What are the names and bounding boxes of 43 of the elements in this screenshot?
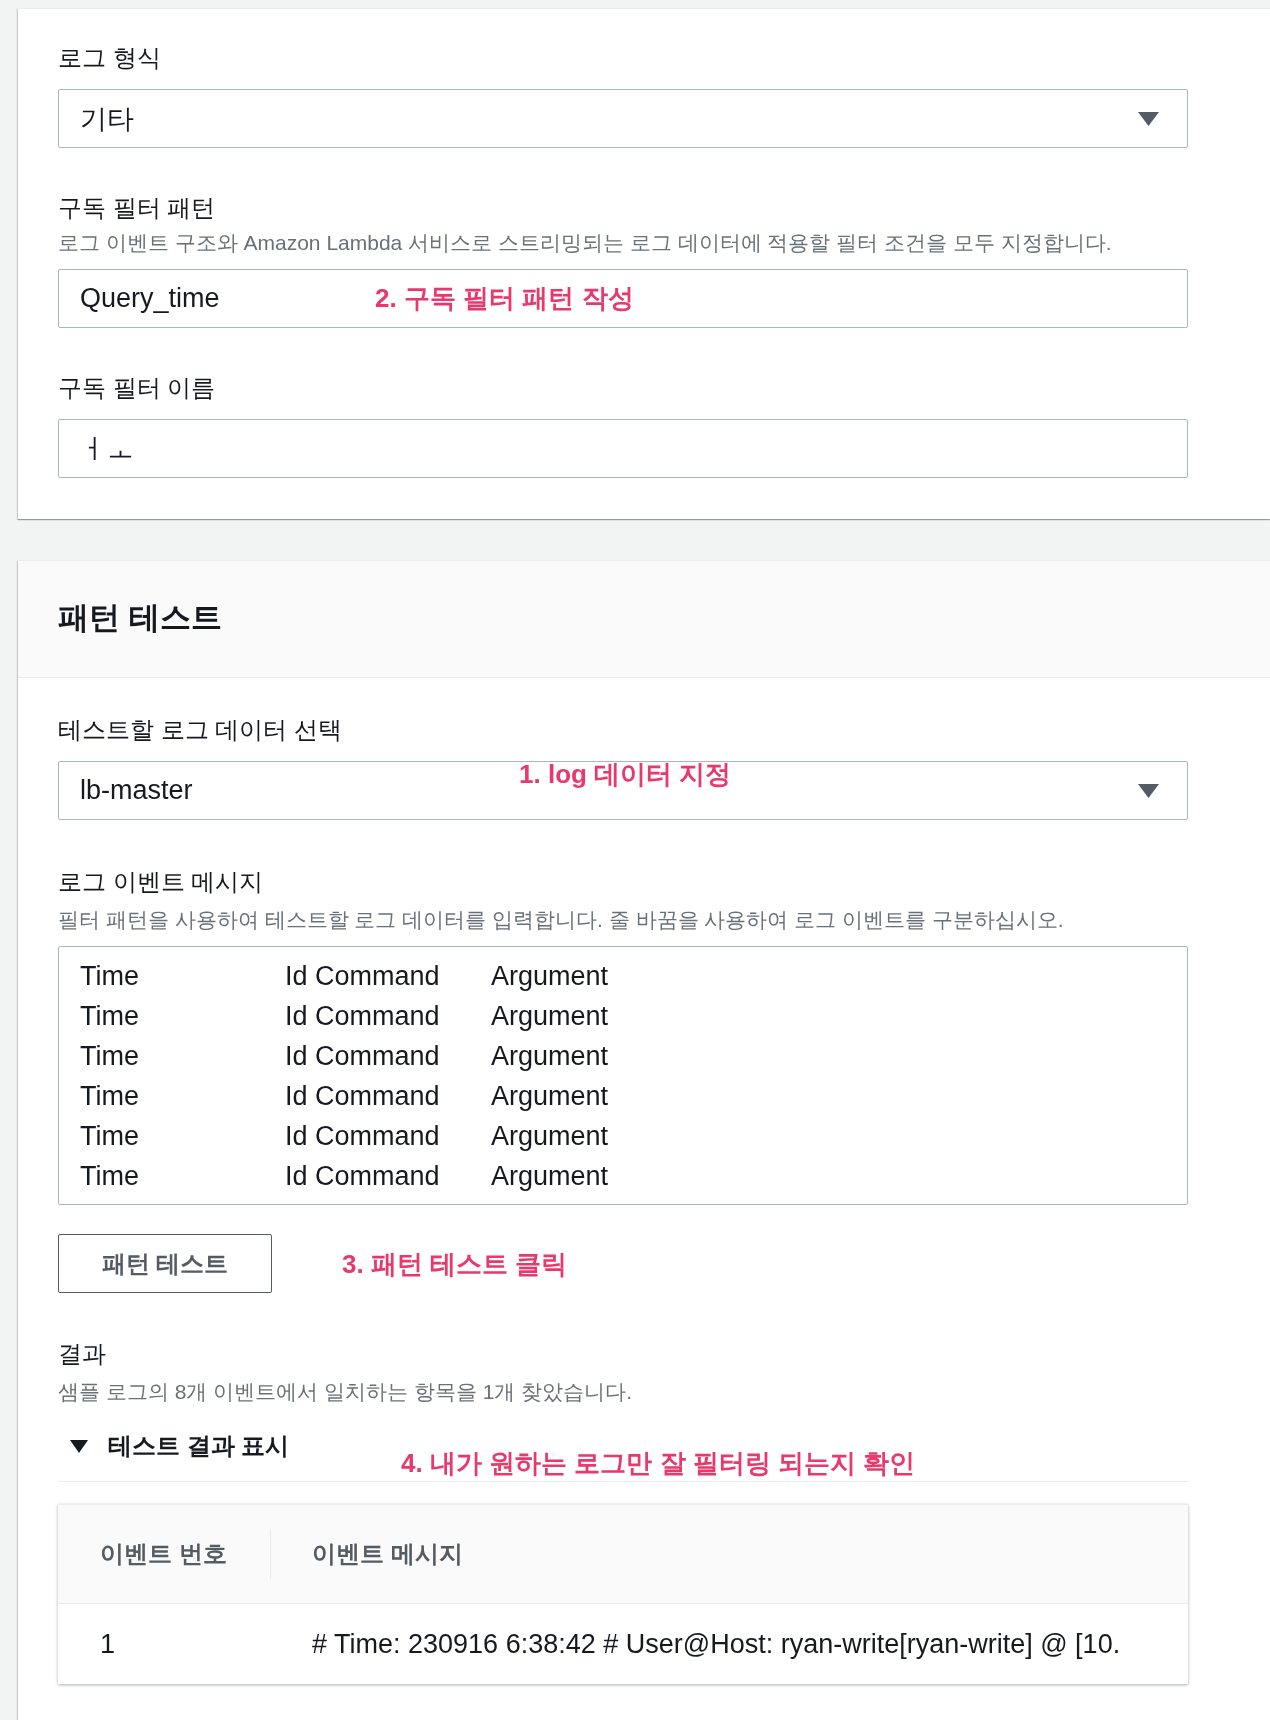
annotation-text: 2. 구독 필터 패턴 작성: [375, 282, 634, 314]
log-text: Time: [80, 1040, 139, 1073]
log-text: Argument: [491, 1000, 609, 1033]
log-text: Argument: [491, 1160, 609, 1193]
field-label: 테스트할 로그 데이터 선택: [58, 715, 343, 745]
log-text: Id Command: [285, 1040, 440, 1073]
log-text: Id Command: [285, 1000, 440, 1033]
log-text: Time: [80, 1160, 139, 1193]
annotation-text: 1. log 데이터 지정: [519, 758, 732, 790]
section-title: 패턴 테스트: [58, 599, 223, 637]
table-cell-text: 1: [99, 1628, 116, 1660]
log-message-field[interactable]: Time Id Command Argument Time Id Command Argument Time Id Command Argument Time Id Command Argument Time Id Command Argument Time Id Command Argument: [58, 946, 1188, 1205]
log-text: Argument: [491, 1120, 609, 1153]
field-label: 구독 필터 패턴: [58, 193, 217, 223]
log-text: Time: [80, 1120, 139, 1153]
log-text: Id Command: [285, 1120, 440, 1153]
log-text: Argument: [491, 960, 609, 993]
log-text: Id Command: [285, 1080, 440, 1113]
annotation-text: 3. 패턴 테스트 클릭: [342, 1247, 568, 1280]
column-header: 이벤트 번호: [99, 1539, 227, 1569]
field-description: 샘플 로그의 8개 이벤트에서 일치하는 항목을 1개 찾았습니다.: [58, 1379, 634, 1405]
caret-icon: [1138, 783, 1159, 798]
table-cell-text: # Time: 230916 6:38:42 # User@Host: ryan-write[ryan-write] @ [10.: [311, 1628, 1121, 1660]
log-text: Id Command: [285, 960, 440, 993]
results-toggle[interactable]: 테스트 결과 표시: [70, 1430, 290, 1462]
log-text: Time: [80, 1080, 139, 1113]
annotation-text: 4. 내가 원하는 로그만 잘 필터링 되는지 확인: [401, 1447, 916, 1479]
field-label: 구독 필터 이름: [58, 373, 217, 403]
field-description: 로그 이벤트 구조와 Amazon Lambda 서비스로 스트리밍되는 로그 데이터에 적용할 필터 조건을 모두 지정합니다.: [58, 230, 1113, 256]
pattern-test-button[interactable]: 패턴 테스트: [58, 1234, 272, 1293]
log-text: Time: [80, 960, 139, 993]
field-description: 필터 패턴을 사용하여 테스트할 로그 데이터를 입력합니다. 줄 바꿈을 사용하여 로그 이벤트를 구분하십시오.: [58, 907, 1065, 933]
column-header: 이벤트 메시지: [270, 1529, 465, 1579]
log-text: Id Command: [285, 1160, 440, 1193]
log-text: Time: [80, 1000, 139, 1033]
field-label: 로그 이벤트 메시지: [58, 867, 265, 897]
log-text: Argument: [491, 1040, 609, 1073]
caret-icon: [1138, 111, 1159, 126]
log-text: Argument: [491, 1080, 609, 1113]
field-label: 로그 형식: [58, 43, 162, 73]
text-input-field[interactable]: ㅓㅗ: [58, 419, 1188, 478]
dropdown[interactable]: 기타: [58, 89, 1188, 148]
field-label: 결과: [58, 1339, 107, 1369]
